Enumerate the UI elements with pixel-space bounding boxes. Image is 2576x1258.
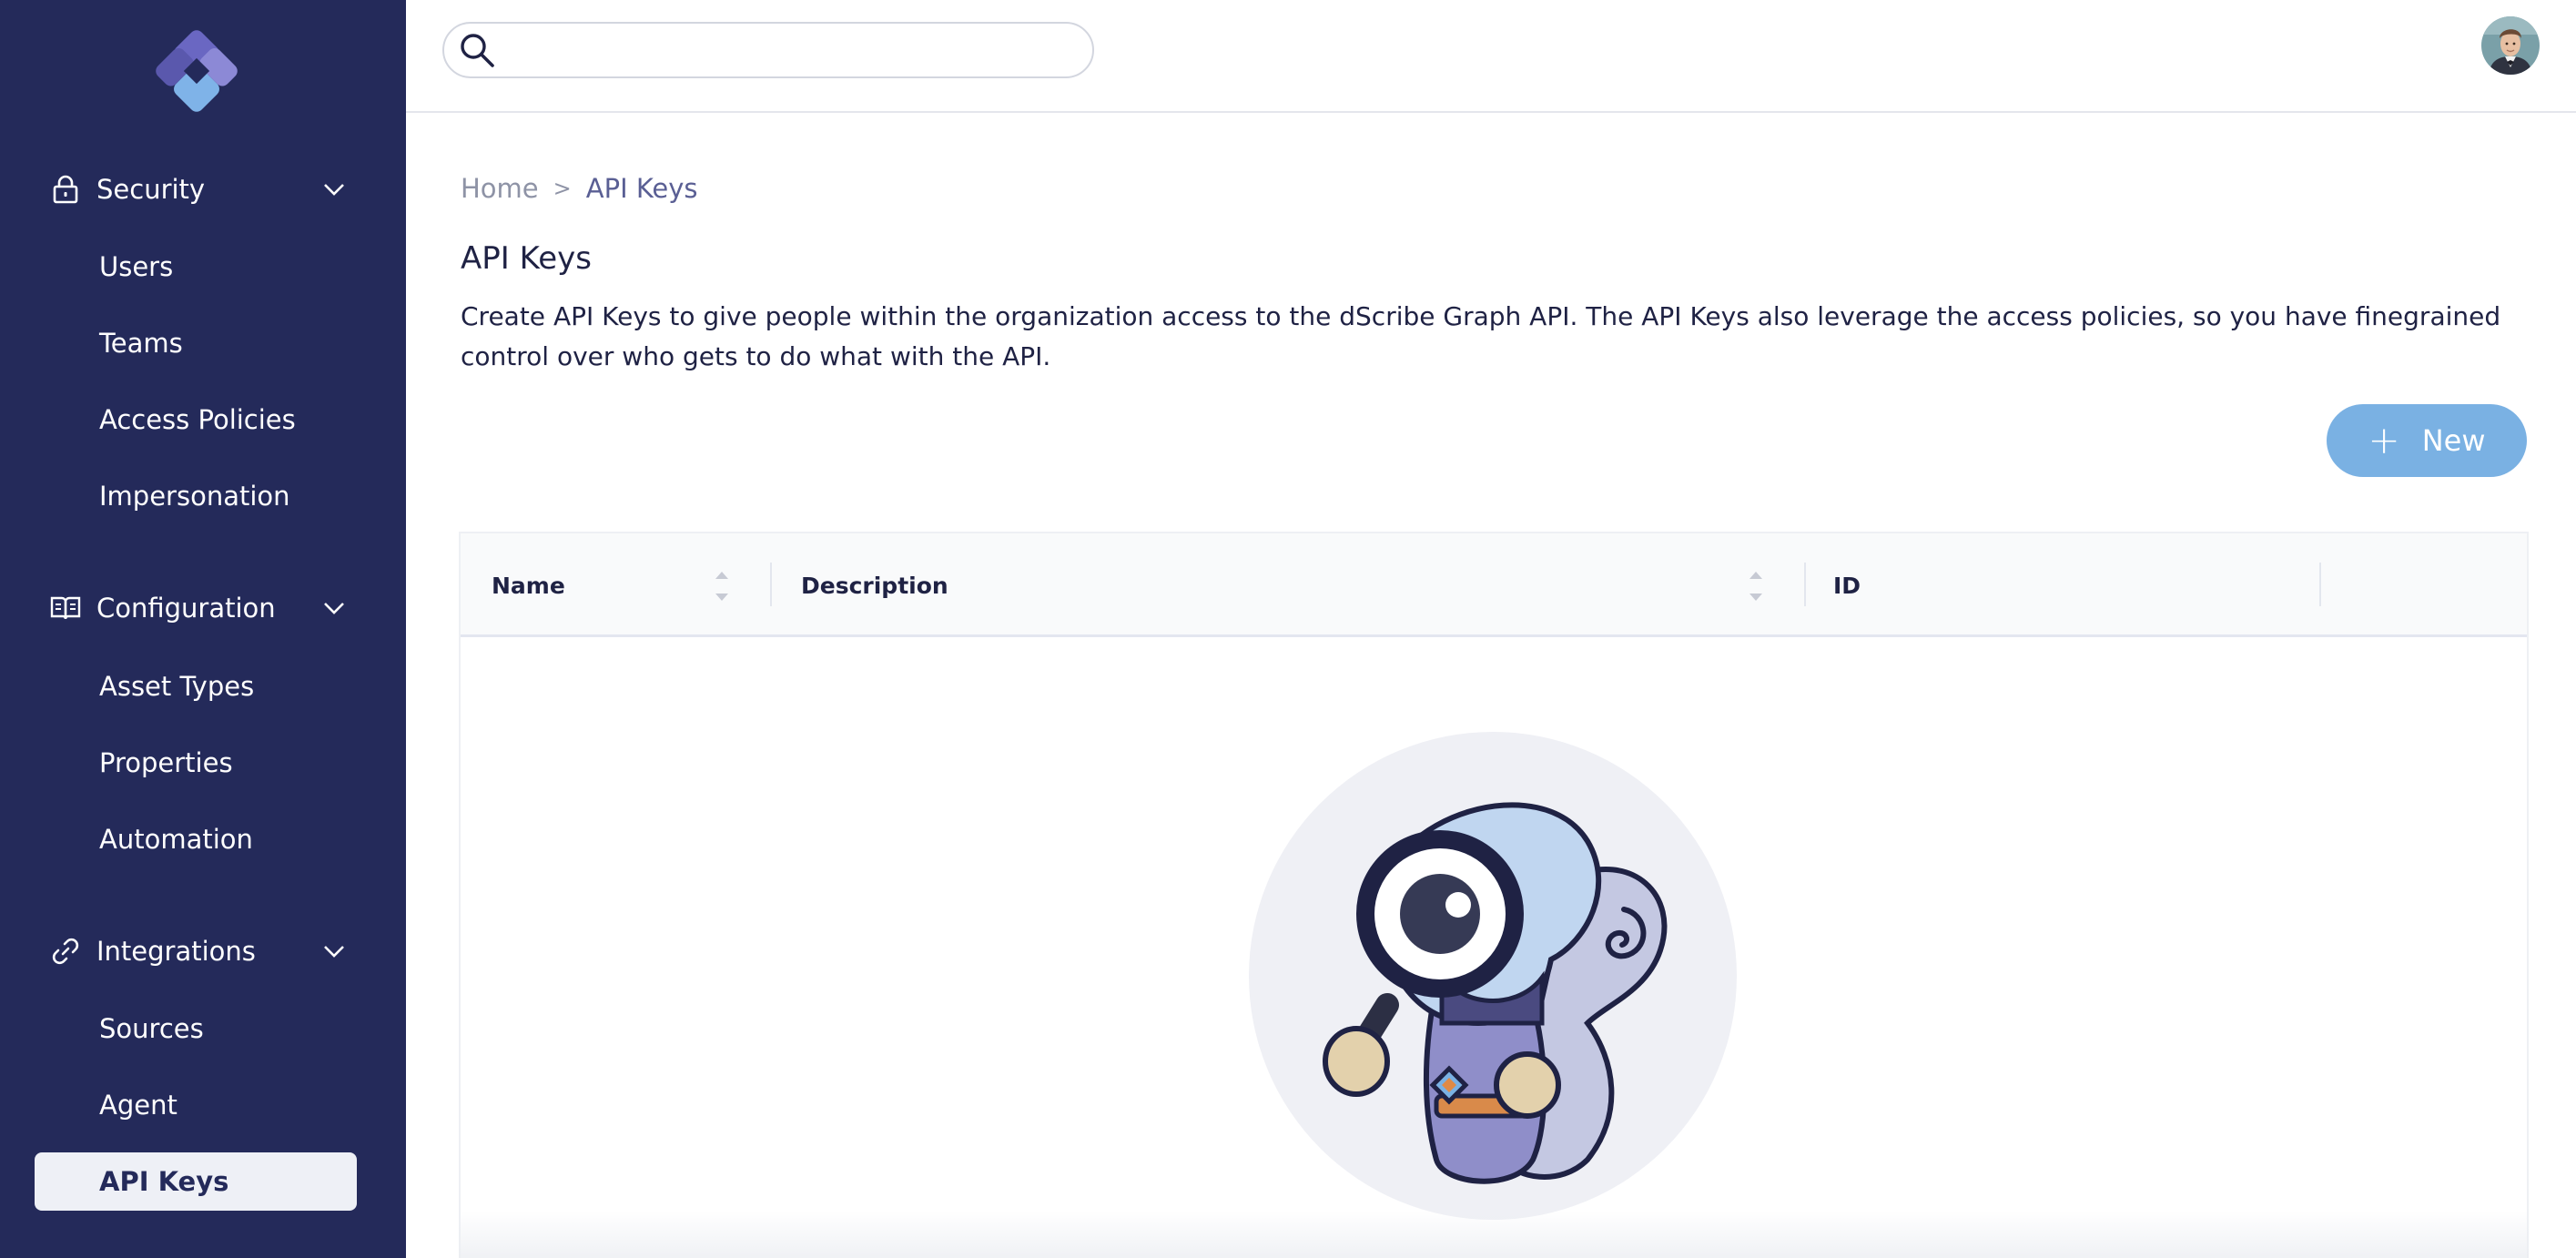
user-avatar-icon [2481, 16, 2540, 75]
chevron-down-icon[interactable] [320, 176, 348, 203]
breadcrumb-home-link[interactable]: Home [461, 173, 539, 204]
search-bar[interactable] [442, 22, 1094, 78]
breadcrumb: Home > API Keys [461, 173, 698, 204]
column-divider[interactable] [770, 563, 772, 606]
book-icon [47, 590, 84, 626]
lock-icon [47, 171, 84, 208]
sidebar-item-label: Asset Types [99, 671, 255, 702]
sidebar-item-teams[interactable]: Teams [35, 314, 357, 372]
top-bar [406, 0, 2576, 113]
column-header-description[interactable]: Description [801, 533, 948, 637]
sidebar: Security Users Teams Access Policies Imp… [0, 0, 406, 1258]
sidebar-item-api-keys[interactable]: API Keys [35, 1152, 357, 1211]
plus-icon: + [2368, 418, 2400, 462]
new-button-label: New [2421, 423, 2486, 458]
logo-icon [156, 30, 238, 112]
column-divider[interactable] [1804, 563, 1806, 606]
chevron-down-icon[interactable] [320, 594, 348, 622]
sidebar-item-users[interactable]: Users [35, 238, 357, 296]
sidebar-item-label: API Keys [99, 1166, 229, 1197]
sidebar-item-impersonation[interactable]: Impersonation [35, 467, 357, 525]
column-label: ID [1833, 572, 1861, 599]
sidebar-item-label: Impersonation [99, 481, 290, 512]
sidebar-section-configuration[interactable]: Configuration [36, 581, 364, 635]
sidebar-section-label: Configuration [96, 593, 276, 624]
sidebar-item-asset-types[interactable]: Asset Types [35, 657, 357, 715]
sidebar-item-label: Sources [99, 1013, 204, 1044]
table-header: Name Description ID [461, 533, 2527, 637]
empty-state-illustration [1242, 732, 1744, 1220]
sidebar-item-label: Automation [99, 824, 253, 855]
sidebar-item-label: Users [99, 251, 174, 282]
sort-icon[interactable] [714, 566, 730, 606]
sidebar-section-label: Integrations [96, 936, 256, 967]
sidebar-item-label: Properties [99, 747, 233, 778]
link-icon [47, 933, 84, 969]
page-title: API Keys [461, 240, 592, 277]
sidebar-item-access-policies[interactable]: Access Policies [35, 391, 357, 449]
table-bottom-fade [459, 1211, 2529, 1258]
page-description: Create API Keys to give people within th… [461, 301, 2501, 371]
sidebar-section-integrations[interactable]: Integrations [36, 924, 364, 979]
sidebar-item-properties[interactable]: Properties [35, 734, 357, 792]
new-api-key-button[interactable]: + New [2327, 404, 2527, 477]
breadcrumb-separator: > [553, 176, 572, 201]
sidebar-section-security[interactable]: Security [36, 162, 364, 217]
breadcrumb-current: API Keys [585, 173, 698, 204]
search-input[interactable] [506, 27, 1092, 73]
chevron-down-icon[interactable] [320, 938, 348, 965]
sidebar-item-label: Teams [99, 328, 183, 359]
sidebar-item-automation[interactable]: Automation [35, 810, 357, 868]
sidebar-section-label: Security [96, 174, 206, 205]
avatar[interactable] [2481, 16, 2540, 75]
column-divider[interactable] [2319, 563, 2321, 606]
column-label: Description [801, 572, 948, 599]
sidebar-item-sources[interactable]: Sources [35, 999, 357, 1058]
sort-icon[interactable] [1748, 566, 1764, 606]
sidebar-item-label: Access Policies [99, 404, 296, 435]
search-icon[interactable] [457, 30, 497, 70]
app-logo[interactable] [149, 24, 244, 118]
column-label: Name [492, 572, 565, 599]
sidebar-item-agent[interactable]: Agent [35, 1076, 357, 1134]
column-header-name[interactable]: Name [492, 533, 565, 637]
mascot-magnifier-icon [1249, 732, 1737, 1220]
sidebar-item-label: Agent [99, 1090, 177, 1121]
column-header-id[interactable]: ID [1833, 533, 1861, 637]
